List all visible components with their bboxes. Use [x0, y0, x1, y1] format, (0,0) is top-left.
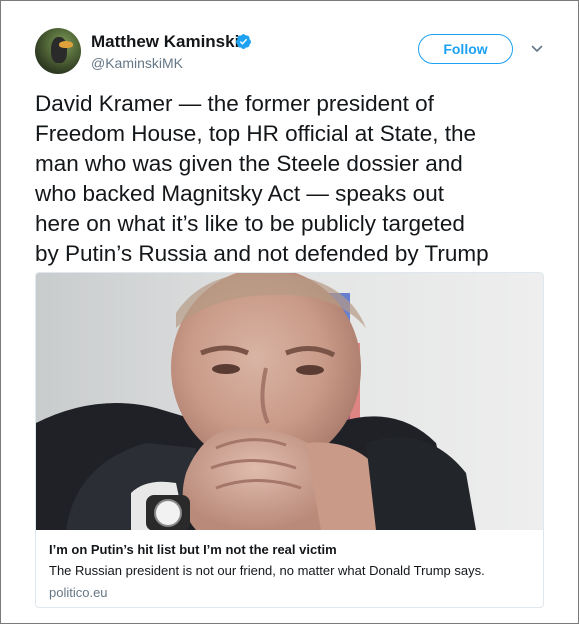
card-info: I’m on Putin’s hit list but I’m not the …: [49, 541, 534, 601]
tweet-text: David Kramer — the former president of F…: [35, 91, 489, 266]
card-domain: politico.eu: [49, 585, 108, 600]
avatar[interactable]: [35, 28, 81, 74]
author-handle[interactable]: @KaminskiMK: [91, 55, 183, 71]
card-image[interactable]: [36, 273, 543, 530]
card-photo-illustration: [36, 273, 543, 530]
link-card[interactable]: I’m on Putin’s hit list but I’m not the …: [35, 272, 544, 608]
chevron-down-icon[interactable]: [530, 42, 544, 56]
card-description: The Russian president is not our friend,…: [49, 563, 485, 578]
author-name[interactable]: Matthew Kaminski: [91, 32, 239, 52]
avatar-beak-shape: [59, 41, 73, 48]
card-title[interactable]: I’m on Putin’s hit list but I’m not the …: [49, 541, 534, 558]
follow-button[interactable]: Follow: [418, 34, 513, 64]
verified-badge-icon: [236, 34, 251, 49]
tweet-container: Matthew Kaminski @KaminskiMK Follow Davi…: [0, 0, 579, 624]
